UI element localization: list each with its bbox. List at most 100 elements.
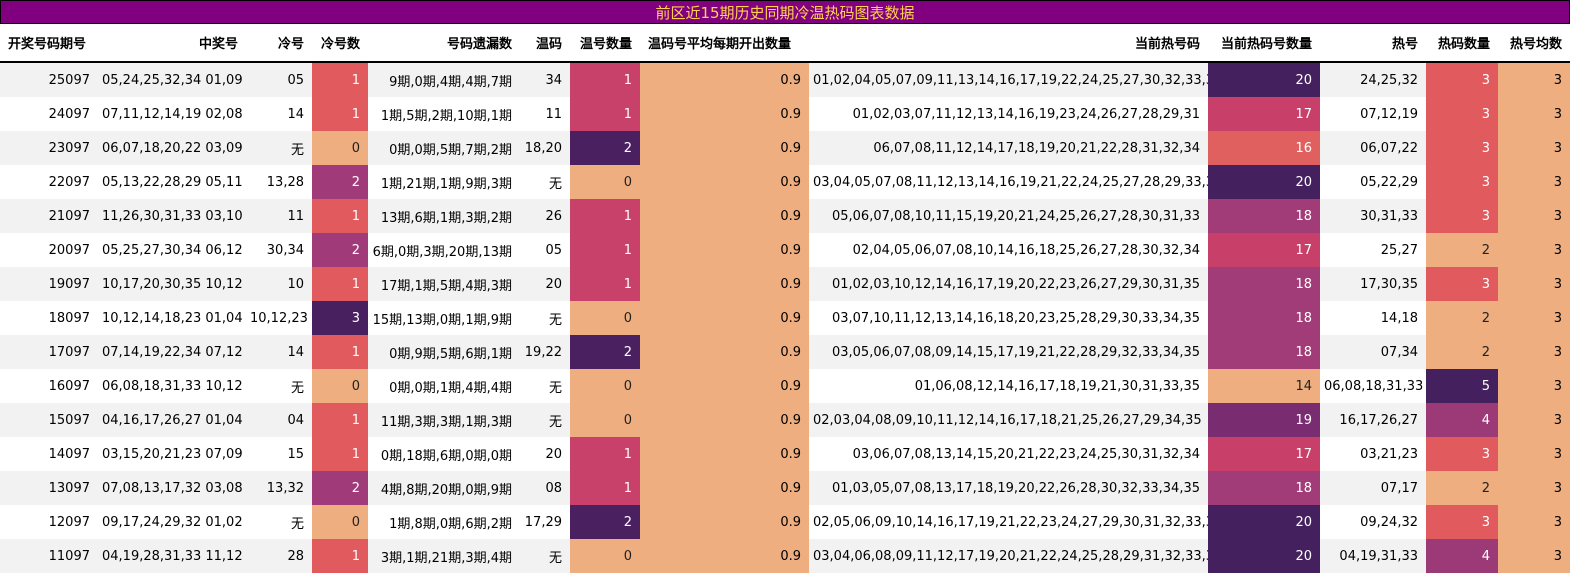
cell-hot-count: 2 (1426, 233, 1498, 267)
cell-missing-periods: 9期,0期,4期,4期,7期 (368, 62, 520, 97)
cell-warm-average: 0.9 (640, 233, 809, 267)
cell-warm-average: 0.9 (640, 335, 809, 369)
cell-hot-average: 3 (1498, 267, 1570, 301)
cell-cold-count: 0 (312, 505, 368, 539)
cell-cold-numbers: 04 (246, 403, 312, 437)
cell-issue: 22097 (0, 165, 98, 199)
cell-current-hot-count: 14 (1208, 369, 1320, 403)
header-cold-count: 冷号数 (312, 24, 368, 63)
cell-cold-count: 1 (312, 403, 368, 437)
cell-winning-numbers: 05,25,27,30,34 06,12 (98, 233, 246, 267)
cell-hot-numbers: 03,21,23 (1320, 437, 1426, 471)
cell-hot-numbers: 16,17,26,27 (1320, 403, 1426, 437)
cell-current-hot-count: 16 (1208, 131, 1320, 165)
cell-winning-numbers: 06,08,18,31,33 10,12 (98, 369, 246, 403)
cell-missing-periods: 0期,0期,1期,4期,4期 (368, 369, 520, 403)
cell-warm-count: 1 (570, 437, 640, 471)
cell-hot-average: 3 (1498, 301, 1570, 335)
cell-warm-average: 0.9 (640, 471, 809, 505)
cell-winning-numbers: 05,13,22,28,29 05,11 (98, 165, 246, 199)
cell-hot-count: 2 (1426, 471, 1498, 505)
table-row: 20097 05,25,27,30,34 06,12 30,34 2 6期,0期,3期,… (0, 233, 1570, 267)
cell-hot-average: 3 (1498, 471, 1570, 505)
cell-warm-numbers: 26 (520, 199, 570, 233)
cell-current-hot-count: 18 (1208, 267, 1320, 301)
cell-cold-count: 1 (312, 199, 368, 233)
cell-cold-count: 2 (312, 471, 368, 505)
cell-warm-count: 2 (570, 505, 640, 539)
cell-missing-periods: 0期,9期,5期,6期,1期 (368, 335, 520, 369)
cell-missing-periods: 15期,13期,0期,1期,9期 (368, 301, 520, 335)
cell-current-hot-count: 18 (1208, 471, 1320, 505)
cell-current-hot-count: 20 (1208, 62, 1320, 97)
cell-hot-numbers: 05,22,29 (1320, 165, 1426, 199)
cell-hot-average: 3 (1498, 403, 1570, 437)
cell-hot-numbers: 17,30,35 (1320, 267, 1426, 301)
header-warm-numbers: 温码 (520, 24, 570, 63)
cell-missing-periods: 1期,8期,0期,6期,2期 (368, 505, 520, 539)
cell-hot-numbers: 24,25,32 (1320, 62, 1426, 97)
cell-cold-count: 0 (312, 131, 368, 165)
cell-current-hot-numbers: 02,04,05,06,07,08,10,14,16,18,25,26,27,2… (809, 233, 1208, 267)
cell-issue: 21097 (0, 199, 98, 233)
cell-warm-average: 0.9 (640, 199, 809, 233)
cell-hot-numbers: 07,34 (1320, 335, 1426, 369)
cell-cold-numbers: 无 (246, 131, 312, 165)
cell-issue: 17097 (0, 335, 98, 369)
cell-warm-average: 0.9 (640, 97, 809, 131)
cell-warm-average: 0.9 (640, 505, 809, 539)
cell-hot-numbers: 14,18 (1320, 301, 1426, 335)
cell-cold-count: 1 (312, 335, 368, 369)
table-row: 25097 05,24,25,32,34 01,09 05 1 9期,0期,4期,4期,… (0, 62, 1570, 97)
cell-hot-average: 3 (1498, 233, 1570, 267)
cell-hot-average: 3 (1498, 539, 1570, 573)
header-missing-periods: 号码遗漏数 (368, 24, 520, 63)
cell-current-hot-count: 18 (1208, 301, 1320, 335)
header-winning-numbers: 中奖号 (98, 24, 246, 63)
cell-winning-numbers: 03,15,20,21,23 07,09 (98, 437, 246, 471)
cell-issue: 12097 (0, 505, 98, 539)
cell-hot-count: 3 (1426, 62, 1498, 97)
header-cold-numbers: 冷号 (246, 24, 312, 63)
header-hot-average: 热号均数 (1498, 24, 1570, 63)
cell-warm-numbers: 08 (520, 471, 570, 505)
cell-issue: 20097 (0, 233, 98, 267)
header-row: 开奖号码期号 中奖号 冷号 冷号数 号码遗漏数 温码 温号数量 温码号平均每期开… (0, 24, 1570, 63)
cell-hot-count: 4 (1426, 539, 1498, 573)
cell-missing-periods: 0期,0期,5期,7期,2期 (368, 131, 520, 165)
cell-hot-numbers: 06,08,18,31,33 (1320, 369, 1426, 403)
cell-cold-numbers: 11 (246, 199, 312, 233)
cell-issue: 18097 (0, 301, 98, 335)
cell-winning-numbers: 07,08,13,17,32 03,08 (98, 471, 246, 505)
table-row: 12097 09,17,24,29,32 01,02 无 0 1期,8期,0期,6期,2… (0, 505, 1570, 539)
cell-hot-average: 3 (1498, 131, 1570, 165)
cell-current-hot-count: 18 (1208, 335, 1320, 369)
cell-current-hot-numbers: 03,04,06,08,09,11,12,17,19,20,21,22,24,2… (809, 539, 1208, 573)
header-current-hot-numbers: 当前热号码 (809, 24, 1208, 63)
cell-warm-average: 0.9 (640, 437, 809, 471)
table-row: 22097 05,13,22,28,29 05,11 13,28 2 1期,21期,1期… (0, 165, 1570, 199)
cell-warm-count: 0 (570, 539, 640, 573)
cell-warm-numbers: 无 (520, 403, 570, 437)
table-row: 19097 10,17,20,30,35 10,12 10 1 17期,1期,5期,4期… (0, 267, 1570, 301)
cell-warm-numbers: 18,20 (520, 131, 570, 165)
cell-current-hot-numbers: 01,06,08,12,14,16,17,18,19,21,30,31,33,3… (809, 369, 1208, 403)
cell-warm-average: 0.9 (640, 369, 809, 403)
cell-missing-periods: 4期,8期,20期,0期,9期 (368, 471, 520, 505)
cell-issue: 11097 (0, 539, 98, 573)
cell-warm-count: 0 (570, 369, 640, 403)
header-hot-numbers: 热号 (1320, 24, 1426, 63)
cell-cold-numbers: 10 (246, 267, 312, 301)
cell-hot-average: 3 (1498, 62, 1570, 97)
cell-warm-average: 0.9 (640, 131, 809, 165)
cell-winning-numbers: 04,16,17,26,27 01,04 (98, 403, 246, 437)
cell-current-hot-numbers: 01,02,03,07,11,12,13,14,16,19,23,24,26,2… (809, 97, 1208, 131)
cell-missing-periods: 6期,0期,3期,20期,13期 (368, 233, 520, 267)
cell-current-hot-numbers: 03,05,06,07,08,09,14,15,17,19,21,22,28,2… (809, 335, 1208, 369)
cell-current-hot-numbers: 01,03,05,07,08,13,17,18,19,20,22,26,28,3… (809, 471, 1208, 505)
cell-cold-numbers: 13,28 (246, 165, 312, 199)
cell-issue: 16097 (0, 369, 98, 403)
cell-hot-average: 3 (1498, 335, 1570, 369)
cell-hot-numbers: 09,24,32 (1320, 505, 1426, 539)
table-row: 18097 10,12,14,18,23 01,04 10,12,23 3 15期,13… (0, 301, 1570, 335)
